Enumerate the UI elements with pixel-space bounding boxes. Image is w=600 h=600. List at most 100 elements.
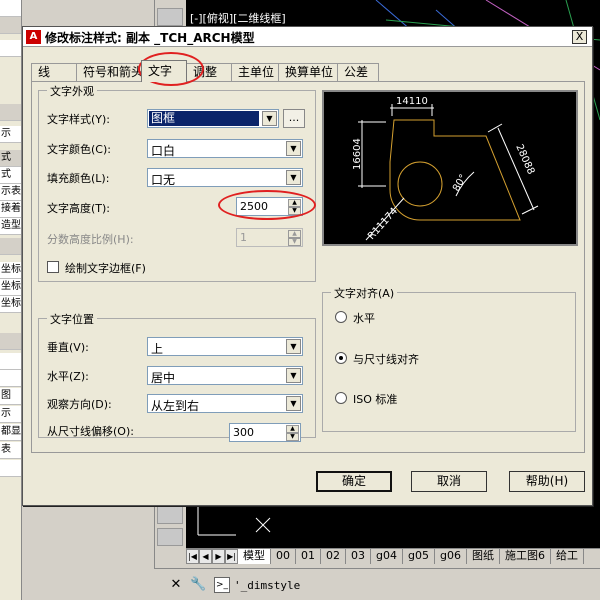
layout-tab[interactable]: 给工 (550, 549, 584, 564)
left-panel-row[interactable] (0, 460, 21, 477)
left-panel-row[interactable]: 图 (0, 388, 21, 405)
left-panel-row[interactable]: 表 (0, 442, 21, 459)
spin-down-icon: ▼ (288, 238, 301, 246)
spin-up-icon[interactable]: ▲ (288, 199, 301, 207)
text-placement-group: 文字位置 垂直(V): 上 ▼ 水平(Z): 居中 ▼ 观察方向(D): 从左到… (38, 311, 316, 442)
left-panel-row[interactable]: 造型 (0, 218, 21, 235)
tab-tolerances[interactable]: 公差 (337, 63, 379, 81)
text-color-select[interactable]: 口白 ▼ (147, 139, 303, 158)
tab-symbols-arrows[interactable]: 符号和箭头 (76, 63, 143, 81)
help-button[interactable]: 帮助(H) (509, 471, 585, 492)
horizontal-label: 水平(Z): (47, 370, 89, 383)
left-panel-row[interactable]: 式 (0, 167, 21, 184)
text-style-browse-button[interactable]: ... (283, 109, 305, 128)
spin-up-icon[interactable]: ▲ (286, 425, 299, 433)
left-panel-row[interactable] (0, 353, 21, 370)
layout-tab[interactable]: g05 (402, 549, 435, 564)
left-panel-row (0, 238, 21, 255)
left-panel-row[interactable] (0, 370, 21, 387)
left-panel-row[interactable]: 坐标 (0, 296, 21, 313)
layout-tab[interactable]: 施工图6 (499, 549, 551, 564)
left-panel-row[interactable]: 式 (0, 150, 21, 167)
spin-down-icon[interactable]: ▼ (288, 207, 301, 215)
text-height-spinner[interactable]: 2500 ▲ ▼ (236, 197, 303, 216)
chevron-down-icon[interactable]: ▼ (286, 141, 301, 156)
draw-frame-label: 绘制文字边框(F) (65, 262, 146, 275)
layout-tab-model[interactable]: 模型 (238, 549, 271, 564)
chevron-down-icon[interactable]: ▼ (286, 170, 301, 185)
layout-tab[interactable]: 02 (321, 549, 346, 564)
vertical-position-select[interactable]: 上 ▼ (147, 337, 303, 356)
tab-fit[interactable]: 调整 (186, 63, 232, 81)
left-panel-row[interactable]: 示 (0, 126, 21, 143)
align-with-dimline-label: 与尺寸线对齐 (353, 353, 419, 366)
radio-selected-dot (339, 356, 343, 360)
dialog-titlebar[interactable]: A 修改标注样式: 副本 _TCH_ARCH模型 X (23, 27, 592, 47)
tab-alternate-units[interactable]: 换算单位 (278, 63, 338, 81)
align-with-dimline-radio[interactable] (335, 352, 347, 364)
preview-pane: 14110 16604 28088 80° R11174 (322, 90, 578, 246)
layout-tab[interactable]: 00 (271, 549, 296, 564)
next-tab-button[interactable]: ▶ (212, 549, 225, 564)
chevron-down-icon[interactable]: ▼ (286, 368, 301, 383)
dimension-preview-drawing: 14110 16604 28088 80° R11174 (352, 96, 539, 242)
left-panel-row[interactable]: 示 (0, 406, 21, 423)
preview-dim-top: 14110 (396, 96, 428, 107)
layout-tab-bar: |◀ ◀ ▶ ▶| 模型 00 01 02 03 g04 g05 g06 图纸 … (186, 548, 600, 564)
offset-label: 从尺寸线偏移(O): (47, 425, 134, 438)
left-panel-row[interactable]: 接着到 (0, 201, 21, 218)
group-title: 文字对齐(A) (331, 285, 398, 301)
fill-color-label: 填充颜色(L): (47, 172, 110, 185)
spin-down-icon[interactable]: ▼ (286, 433, 299, 441)
command-line: ✕ 🔧 >_ '_dimstyle (154, 568, 600, 600)
left-panel-row[interactable]: 坐标 (0, 279, 21, 296)
last-tab-button[interactable]: ▶| (225, 549, 238, 564)
modify-dimension-style-dialog: A 修改标注样式: 副本 _TCH_ARCH模型 X 线 符号和箭头 文字 调整… (22, 26, 593, 506)
wrench-icon[interactable]: 🔧 (190, 577, 206, 593)
preview-dim-radius: R11174 (366, 206, 400, 242)
left-panel-row (0, 17, 21, 34)
tab-lines[interactable]: 线 (31, 63, 77, 81)
preview-dim-left: 16604 (352, 138, 363, 170)
layout-tab[interactable]: 01 (296, 549, 321, 564)
view-direction-label: 观察方向(D): (47, 398, 112, 411)
spin-up-icon: ▲ (288, 230, 301, 238)
palette-cell[interactable] (157, 506, 183, 524)
fraction-height-scale-value: 1 (240, 231, 247, 244)
palette-cell[interactable] (157, 8, 183, 26)
layout-tab[interactable]: g06 (434, 549, 467, 564)
layout-tab[interactable]: 图纸 (466, 549, 500, 564)
fill-color-select[interactable]: 口无 ▼ (147, 168, 303, 187)
layout-tab[interactable]: 03 (346, 549, 371, 564)
offset-spinner[interactable]: 300 ▲ ▼ (229, 423, 301, 442)
text-style-label: 文字样式(Y): (47, 113, 111, 126)
chevron-down-icon[interactable]: ▼ (286, 339, 301, 354)
command-input[interactable]: '_dimstyle (234, 577, 594, 595)
ok-button[interactable]: 确定 (316, 471, 392, 492)
palette-cell[interactable] (157, 528, 183, 546)
command-prompt-icon[interactable]: >_ (214, 577, 230, 593)
left-panel-row[interactable]: 都显 (0, 424, 21, 441)
draw-frame-checkbox[interactable] (47, 261, 59, 273)
align-iso-radio[interactable] (335, 392, 347, 404)
left-panel-row (0, 104, 21, 121)
layout-tab[interactable]: g04 (371, 549, 403, 564)
first-tab-button[interactable]: |◀ (186, 549, 199, 564)
left-panel: 示 式 式 示表 接着到 造型 坐标 坐标 坐标 图 示 都显 表 (0, 0, 22, 600)
close-button[interactable]: X (572, 30, 587, 44)
view-direction-value: 从左到右 (151, 399, 200, 413)
left-panel-row[interactable]: 坐标 (0, 262, 21, 279)
cancel-button[interactable]: 取消 (411, 471, 487, 492)
prev-tab-button[interactable]: ◀ (199, 549, 212, 564)
chevron-down-icon[interactable]: ▼ (262, 111, 277, 126)
text-style-select[interactable]: 图框 ▼ (147, 109, 279, 128)
chevron-down-icon[interactable]: ▼ (286, 396, 301, 411)
close-icon[interactable]: ✕ (168, 577, 184, 593)
horizontal-position-select[interactable]: 居中 ▼ (147, 366, 303, 385)
left-panel-row[interactable]: 示表 (0, 184, 21, 201)
view-direction-select[interactable]: 从左到右 ▼ (147, 394, 303, 413)
tab-primary-units[interactable]: 主单位 (231, 63, 279, 81)
align-horizontal-radio[interactable] (335, 311, 347, 323)
autocad-app-icon: A (26, 30, 41, 44)
tab-text[interactable]: 文字 (141, 60, 187, 82)
